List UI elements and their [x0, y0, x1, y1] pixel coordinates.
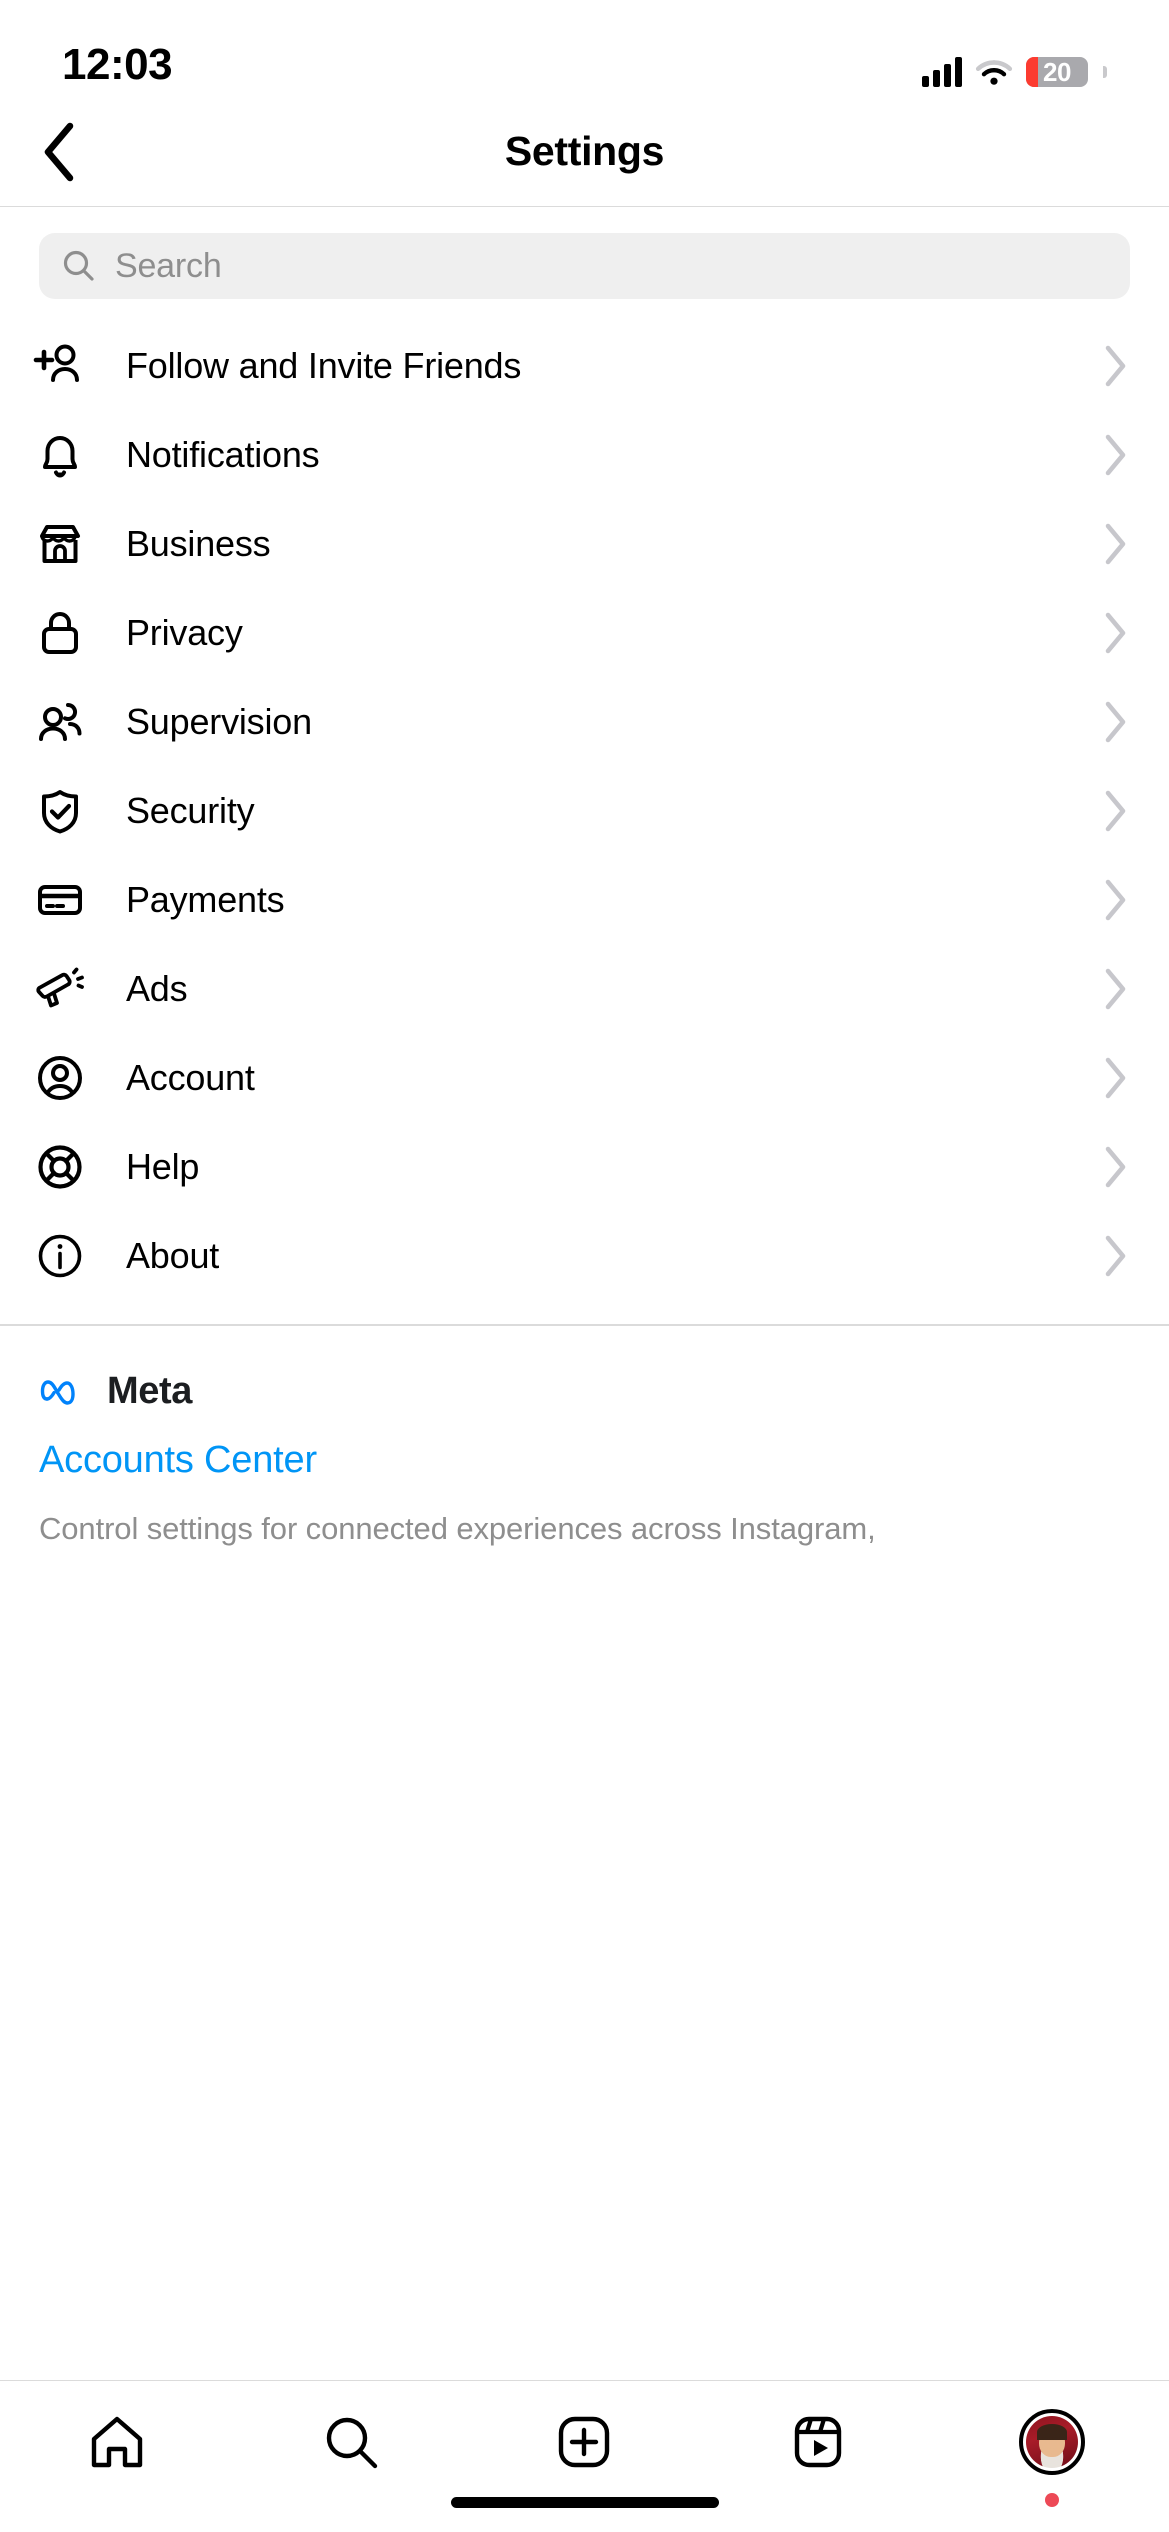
account-circle-icon	[32, 1050, 88, 1106]
wifi-icon	[975, 57, 1013, 87]
life-ring-icon	[32, 1139, 88, 1195]
chevron-right-icon	[1105, 1235, 1126, 1276]
plus-square-icon	[559, 2416, 610, 2468]
meta-brand-name: Meta	[107, 1369, 192, 1412]
settings-row-account[interactable]: Account	[0, 1033, 1169, 1122]
info-circle-icon	[32, 1228, 88, 1284]
accounts-center-link[interactable]: Accounts Center	[39, 1439, 1130, 1482]
settings-row-security[interactable]: Security	[0, 766, 1169, 855]
chevron-right-icon	[1105, 523, 1126, 564]
search-icon	[63, 250, 94, 281]
status-bar-time: 12:03	[62, 40, 173, 89]
settings-row-ads[interactable]: Ads	[0, 944, 1169, 1033]
chevron-right-icon	[1105, 968, 1126, 1009]
settings-row-label: Help	[126, 1145, 200, 1187]
lock-icon	[32, 605, 88, 661]
tab-profile[interactable]	[977, 2399, 1127, 2507]
settings-row-privacy[interactable]: Privacy	[0, 588, 1169, 677]
bottom-tab-bar	[0, 2380, 1169, 2532]
bell-icon	[32, 427, 88, 483]
battery-icon: 20	[1026, 57, 1088, 87]
settings-row-label: Supervision	[126, 700, 312, 742]
reels-icon	[795, 2416, 842, 2468]
settings-row-follow-and-invite-friends[interactable]: Follow and Invite Friends	[0, 321, 1169, 410]
search-icon	[326, 2417, 377, 2469]
meta-logo-icon	[40, 1380, 75, 1405]
settings-row-help[interactable]: Help	[0, 1122, 1169, 1211]
chevron-right-icon	[1105, 612, 1126, 653]
storefront-icon	[32, 516, 88, 572]
settings-row-label: Privacy	[126, 611, 243, 653]
tab-create[interactable]	[509, 2399, 659, 2485]
settings-row-label: Payments	[126, 878, 285, 920]
settings-row-business[interactable]: Business	[0, 499, 1169, 588]
chevron-right-icon	[1105, 701, 1126, 742]
page-title: Settings	[504, 128, 665, 174]
chevron-right-icon	[1105, 345, 1126, 386]
settings-row-label: Ads	[126, 967, 188, 1009]
tab-reels[interactable]	[743, 2399, 893, 2485]
settings-row-notifications[interactable]: Notifications	[0, 410, 1169, 499]
meta-description: Control settings for connected experienc…	[39, 1510, 876, 1546]
chevron-right-icon	[1105, 1057, 1126, 1098]
search-section: Search	[0, 207, 1169, 321]
settings-row-label: Account	[126, 1056, 255, 1098]
megaphone-icon	[32, 961, 88, 1017]
battery-cap-icon	[1103, 66, 1107, 78]
tab-home[interactable]	[42, 2399, 192, 2485]
chevron-right-icon	[1105, 1146, 1126, 1187]
meta-brand: Meta	[39, 1370, 1130, 1413]
profile-notification-badge	[1045, 2493, 1060, 2507]
credit-card-icon	[32, 872, 88, 928]
status-bar: 12:03 20	[0, 0, 1169, 97]
status-bar-indicators: 20	[922, 57, 1107, 87]
chevron-left-icon	[44, 122, 74, 181]
search-input[interactable]: Search	[39, 233, 1130, 299]
home-indicator	[450, 2497, 719, 2508]
settings-row-about[interactable]: About	[0, 1211, 1169, 1300]
settings-row-label: Business	[126, 522, 271, 564]
settings-list: Follow and Invite Friends Notifications	[0, 321, 1169, 1300]
settings-row-label: Notifications	[126, 433, 320, 475]
battery-level: 20	[1043, 57, 1071, 87]
settings-row-label: About	[126, 1234, 220, 1276]
chevron-right-icon	[1105, 879, 1126, 920]
avatar	[1026, 2416, 1079, 2468]
chevron-right-icon	[1105, 790, 1126, 831]
settings-row-payments[interactable]: Payments	[0, 855, 1169, 944]
shield-check-icon	[32, 783, 88, 839]
tab-search[interactable]	[276, 2399, 426, 2485]
nav-header: Settings	[0, 97, 1169, 207]
home-icon	[91, 2416, 143, 2468]
search-placeholder: Search	[115, 246, 222, 285]
meta-section: Meta Accounts Center Control settings fo…	[0, 1326, 1169, 1550]
instagram-settings-screen: 12:03 20 Settings Search Follow and Invi…	[0, 0, 1169, 2532]
settings-row-label: Security	[126, 789, 255, 831]
settings-row-supervision[interactable]: Supervision	[0, 677, 1169, 766]
back-button[interactable]	[20, 112, 100, 192]
two-people-icon	[32, 694, 88, 750]
person-plus-icon	[32, 338, 88, 394]
cellular-signal-icon	[922, 57, 962, 87]
settings-row-label: Follow and Invite Friends	[126, 344, 522, 386]
chevron-right-icon	[1105, 434, 1126, 475]
profile-avatar-icon	[1019, 2409, 1086, 2475]
